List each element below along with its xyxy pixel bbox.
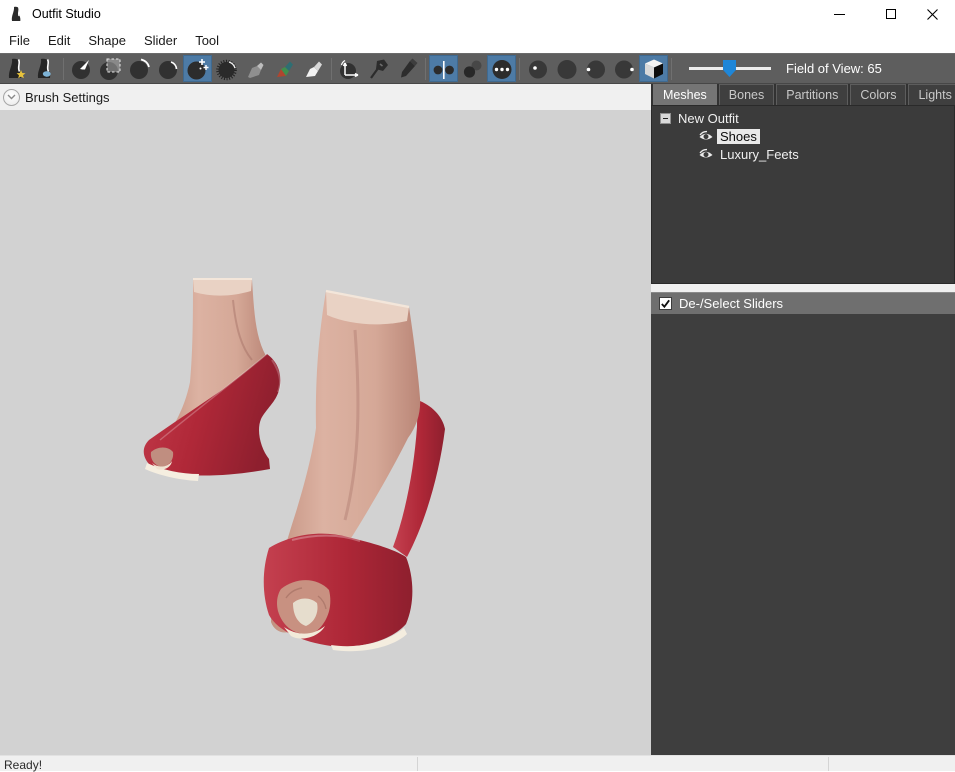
menu-slider[interactable]: Slider — [135, 29, 186, 52]
fov-slider[interactable] — [689, 55, 771, 82]
pin-vertex-icon[interactable] — [364, 55, 393, 82]
tab-lights[interactable]: Lights — [908, 84, 955, 105]
tree-row-root[interactable]: New Outfit — [652, 109, 954, 127]
toolbar-separator — [331, 58, 332, 80]
brush-deflate-icon[interactable] — [154, 55, 183, 82]
perspective-cube-icon[interactable] — [639, 55, 668, 82]
brush-select-icon[interactable] — [67, 55, 96, 82]
tree-item-shoes[interactable]: Shoes — [717, 129, 760, 144]
brush-settings-header[interactable]: Brush Settings — [0, 84, 651, 111]
connected-only-icon[interactable] — [458, 55, 487, 82]
light-toggle-3-icon[interactable] — [581, 55, 610, 82]
toolbar-separator — [671, 58, 672, 80]
eye-icon[interactable] — [698, 148, 714, 160]
close-button[interactable] — [909, 0, 955, 28]
status-message: Ready! — [4, 758, 42, 772]
collapse-icon[interactable] — [660, 113, 671, 124]
model-canvas — [0, 111, 651, 755]
model-right-foot — [264, 291, 445, 651]
tab-colors[interactable]: Colors — [850, 84, 906, 105]
title-bar: Outfit Studio — [0, 0, 955, 28]
light-toggle-4-icon[interactable] — [610, 55, 639, 82]
brush-smooth-icon[interactable] — [212, 55, 241, 82]
project-new-icon[interactable] — [2, 55, 31, 82]
deselect-sliders-label[interactable]: De-/Select Sliders — [679, 296, 783, 311]
status-separator — [417, 757, 418, 771]
project-load-icon[interactable] — [31, 55, 60, 82]
menu-bar: File Edit Shape Slider Tool — [0, 28, 955, 53]
right-panel: Meshes Bones Partitions Colors Lights Ne… — [651, 84, 955, 755]
tab-bones[interactable]: Bones — [719, 84, 774, 105]
menu-tool[interactable]: Tool — [186, 29, 228, 52]
toolbar-separator — [63, 58, 64, 80]
viewport-3d[interactable] — [0, 111, 651, 755]
toolbar-separator — [425, 58, 426, 80]
brush-color-icon[interactable] — [270, 55, 299, 82]
fov-slider-handle[interactable] — [723, 60, 736, 77]
tree-item-luxury-feets[interactable]: Luxury_Feets — [717, 147, 802, 162]
light-toggle-1-icon[interactable] — [523, 55, 552, 82]
fov-label: Field of View: 65 — [786, 61, 882, 76]
minimize-icon — [834, 14, 845, 15]
tree-row-luxury-feets[interactable]: Luxury_Feets — [652, 145, 954, 163]
brush-move-icon[interactable] — [183, 55, 212, 82]
menu-edit[interactable]: Edit — [39, 29, 79, 52]
model-left-foot — [144, 279, 281, 481]
sliders-list-area[interactable] — [651, 314, 955, 755]
brush-mask-icon[interactable] — [96, 55, 125, 82]
status-separator — [828, 757, 829, 771]
brush-settings-label: Brush Settings — [25, 90, 110, 105]
eye-icon[interactable] — [698, 130, 714, 142]
toolbar-separator — [519, 58, 520, 80]
chevron-down-icon[interactable] — [3, 89, 20, 106]
toolbar: Field of View: 65 — [0, 53, 955, 84]
status-bar: Ready! — [0, 755, 955, 771]
menu-file[interactable]: File — [0, 29, 39, 52]
mesh-tree: New Outfit Shoes Luxury_Feets — [651, 105, 955, 284]
tab-meshes[interactable]: Meshes — [653, 84, 717, 105]
maximize-button[interactable] — [868, 0, 914, 28]
deselect-sliders-checkbox[interactable] — [659, 297, 672, 310]
tree-row-shoes[interactable]: Shoes — [652, 127, 954, 145]
sliders-header: De-/Select Sliders — [651, 292, 955, 314]
panel-splitter[interactable] — [651, 284, 955, 292]
panel-tabs: Meshes Bones Partitions Colors Lights — [651, 84, 955, 105]
menu-shape[interactable]: Shape — [79, 29, 135, 52]
minimize-button[interactable] — [816, 0, 862, 28]
close-icon — [927, 9, 938, 20]
check-icon — [660, 298, 671, 309]
light-toggle-2-icon[interactable] — [552, 55, 581, 82]
brush-inflate-icon[interactable] — [125, 55, 154, 82]
mirror-x-icon[interactable] — [429, 55, 458, 82]
window-title: Outfit Studio — [32, 7, 101, 21]
pencil-icon[interactable] — [393, 55, 422, 82]
brush-alpha-icon[interactable] — [299, 55, 328, 82]
maximize-icon — [886, 9, 896, 19]
brush-weight-icon[interactable] — [241, 55, 270, 82]
app-icon — [9, 6, 25, 22]
tab-partitions[interactable]: Partitions — [776, 84, 848, 105]
global-brush-icon[interactable] — [487, 55, 516, 82]
tree-root-label: New Outfit — [678, 111, 739, 126]
transform-icon[interactable] — [335, 55, 364, 82]
